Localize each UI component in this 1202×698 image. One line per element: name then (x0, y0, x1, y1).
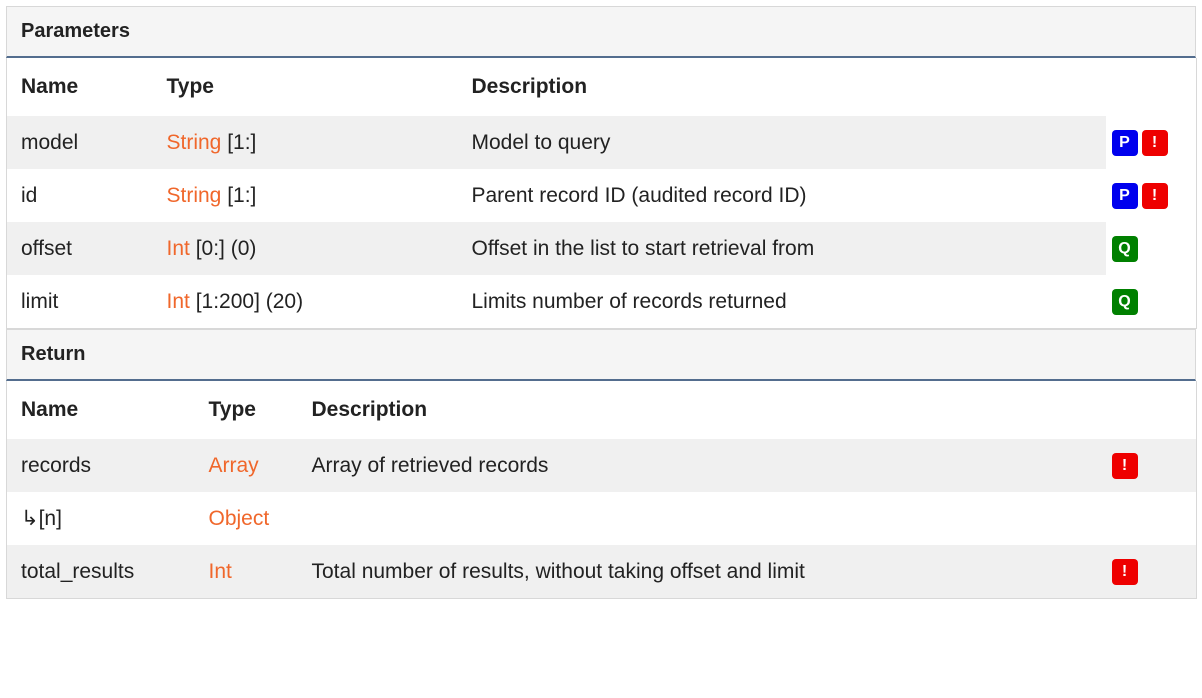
field-flags: P! (1105, 169, 1197, 222)
column-header-description: Description (457, 58, 1106, 116)
field-description: Offset in the list to start retrieval fr… (457, 222, 1106, 275)
api-docs: Parameters Name Type Description model St… (6, 6, 1197, 599)
field-type: String [1:] (152, 116, 458, 169)
field-type: Array (194, 439, 298, 492)
parameter-row: model String [1:] Model to query P! (6, 116, 1197, 169)
type-constraints: [1:] (221, 183, 257, 207)
return-field-row: records Array Array of retrieved records! (6, 439, 1197, 492)
column-header-type: Type (152, 58, 458, 116)
field-type: Int [1:200] (20) (152, 275, 458, 329)
required-badge: ! (1141, 129, 1168, 156)
return-table: Name Type Description records Array Array … (6, 381, 1197, 599)
field-description: Parent record ID (audited record ID) (471, 183, 807, 207)
type-constraints: [1:200] (20) (189, 289, 304, 313)
type-link[interactable]: Int (167, 290, 190, 313)
field-type: String [1:] (153, 169, 458, 222)
required-badge: ! (1111, 452, 1138, 479)
path-param-badge: P (1111, 129, 1138, 156)
column-header-flags (1097, 381, 1197, 439)
parameters-header-row: Name Type Description (6, 58, 1197, 116)
path-param-badge: P (1111, 182, 1138, 209)
field-description: Array of retrieved records (297, 439, 1098, 492)
type-constraints: [0:] (0) (189, 236, 257, 260)
type-link[interactable]: Int (209, 560, 232, 583)
parameters-header: Parameters (6, 6, 1196, 58)
parameter-row: offset Int [0:] (0) Offset in the list to … (6, 222, 1197, 275)
return-header-row: Name Type Description (6, 381, 1197, 439)
required-badge: ! (1111, 558, 1138, 585)
field-description: Model to query (457, 116, 1106, 169)
return-field-row: ↳[n] Object (7, 492, 1197, 545)
field-flags (1098, 492, 1197, 545)
field-type: Int [0:] (0) (152, 222, 458, 275)
field-type: Int (194, 545, 298, 599)
field-flags: Q (1105, 222, 1197, 275)
type-link[interactable]: String (167, 131, 222, 154)
field-name: total_results (6, 545, 195, 599)
field-name: records (6, 439, 195, 492)
type-link[interactable]: String (167, 184, 222, 207)
type-link[interactable]: Int (167, 237, 190, 260)
type-constraints: [1:] (221, 130, 257, 154)
field-name: offset (6, 222, 153, 275)
field-name: limit (6, 275, 153, 329)
field-name: ↳[n] (21, 507, 62, 530)
field-name: model (6, 116, 153, 169)
query-param-badge: Q (1111, 288, 1138, 315)
field-flags: P! (1105, 116, 1197, 169)
type-link[interactable]: Object (209, 507, 270, 530)
query-param-badge: Q (1111, 235, 1138, 262)
return-header: Return (6, 329, 1196, 381)
field-flags: ! (1097, 439, 1197, 492)
column-header-name: Name (6, 58, 153, 116)
column-header-name: Name (6, 381, 195, 439)
return-field-row: total_results Int Total number of results,… (6, 545, 1197, 599)
field-flags: Q (1105, 275, 1197, 329)
field-description: Total number of results, without taking … (297, 545, 1098, 599)
field-description: Limits number of records returned (457, 275, 1106, 329)
required-badge: ! (1141, 182, 1168, 209)
field-name: id (21, 183, 38, 207)
field-flags: ! (1097, 545, 1197, 599)
column-header-flags (1105, 58, 1197, 116)
field-description (298, 492, 1098, 545)
column-header-type: Type (194, 381, 298, 439)
parameter-row: id String [1:] Parent record ID (audited r… (7, 169, 1197, 222)
column-header-description: Description (297, 381, 1098, 439)
parameters-title: Parameters (21, 20, 130, 42)
return-title: Return (21, 343, 86, 365)
field-type: Object (195, 492, 298, 545)
parameters-table: Name Type Description model String [1:] Mo… (6, 58, 1197, 329)
parameter-row: limit Int [1:200] (20) Limits number of re… (6, 275, 1197, 329)
type-link[interactable]: Array (209, 454, 259, 477)
